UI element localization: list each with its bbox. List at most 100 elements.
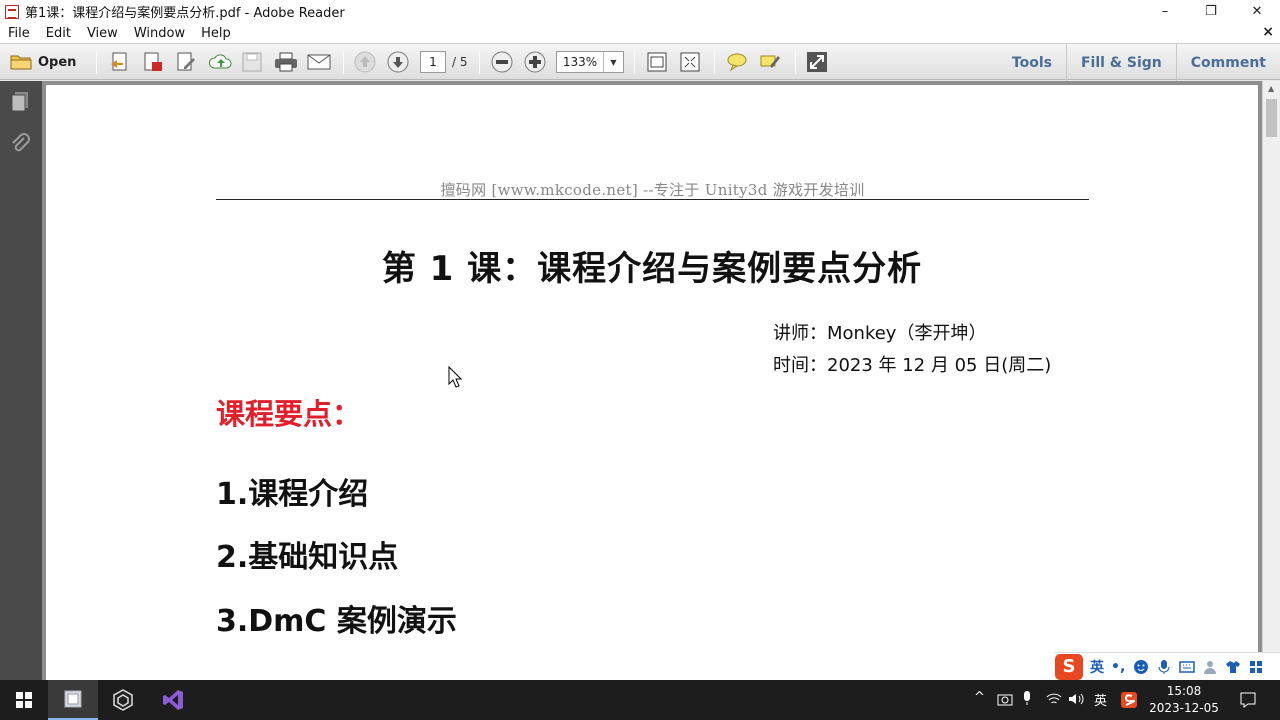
windows-logo-icon	[16, 692, 32, 708]
start-button[interactable]	[0, 680, 48, 720]
title-bar: 第1课：课程介绍与案例要点分析.pdf - Adobe Reader – ❐ ✕	[0, 0, 1280, 23]
microphone-icon[interactable]	[1157, 659, 1171, 675]
restore-button[interactable]: ❐	[1188, 0, 1234, 23]
document-viewport[interactable]: 擅码网 [www.mkcode.net] --专注于 Unity3d 游戏开发培…	[42, 81, 1262, 680]
ime-punctuation-toggle[interactable]: •,	[1111, 659, 1125, 675]
skin-shirt-icon[interactable]	[1225, 659, 1241, 675]
acrobat-icon	[5, 4, 19, 19]
scrollbar-thumb[interactable]	[1266, 99, 1277, 137]
edit-pdf-button[interactable]	[174, 50, 198, 74]
system-clock[interactable]: 15:08 2023-12-05	[1146, 683, 1222, 717]
camera-icon[interactable]	[997, 692, 1013, 706]
attachment-icon[interactable]	[10, 133, 30, 155]
right-panel-tabs: Tools Fill & Sign Comment	[998, 44, 1280, 81]
close-button[interactable]: ✕	[1234, 0, 1280, 23]
menu-help[interactable]: Help	[193, 26, 239, 41]
sogou-tray-icon[interactable]	[1120, 689, 1138, 711]
zoom-value: 133%	[562, 55, 598, 69]
section-title: 课程要点：	[216, 397, 362, 431]
taskbar-app-visual-studio[interactable]	[148, 680, 198, 720]
sticky-note-button[interactable]	[725, 50, 749, 74]
clock-date: 2023-12-05	[1149, 701, 1219, 715]
upload-button[interactable]	[208, 50, 234, 74]
list-item: 1.课程介绍	[216, 477, 369, 512]
next-page-button[interactable]	[386, 50, 410, 74]
fit-width-button[interactable]	[678, 50, 702, 74]
tab-comment[interactable]: Comment	[1175, 44, 1280, 81]
open-label: Open	[38, 54, 77, 70]
email-button[interactable]	[306, 50, 332, 74]
envelope-icon	[307, 54, 331, 70]
cloud-upload-icon	[208, 54, 232, 69]
arrow-down-icon	[387, 51, 409, 73]
page-number-input[interactable]: 1	[420, 51, 446, 73]
previous-page-button[interactable]	[353, 50, 377, 74]
read-mode-button[interactable]	[805, 50, 829, 74]
chevron-up-icon[interactable]: ^	[974, 690, 985, 705]
menu-window[interactable]: Window	[126, 26, 193, 41]
vertical-scrollbar[interactable]: ▲	[1262, 81, 1280, 680]
highlight-button[interactable]	[758, 50, 782, 74]
page-thumbnails-icon[interactable]	[10, 91, 30, 113]
header-divider	[216, 199, 1089, 200]
navigation-pane	[0, 81, 42, 680]
microphone-tray-icon[interactable]	[1022, 690, 1032, 706]
file-explorer-icon	[64, 690, 82, 708]
edit-pdf-icon	[177, 52, 195, 71]
tab-tools[interactable]: Tools	[998, 44, 1066, 81]
menu-file[interactable]: File	[0, 26, 38, 41]
window-controls: – ❐ ✕	[1142, 0, 1280, 23]
lecturer-line: 讲师：Monkey（李开坤）	[773, 323, 987, 344]
emoji-icon[interactable]	[1133, 659, 1149, 675]
notification-icon[interactable]	[1239, 691, 1257, 709]
visual-studio-icon	[163, 690, 183, 710]
export-pdf-button[interactable]	[141, 50, 165, 74]
menu-view[interactable]: View	[79, 26, 126, 41]
list-item: 2.基础知识点	[216, 540, 399, 575]
taskbar-app-unity[interactable]	[98, 680, 148, 720]
print-button[interactable]	[273, 50, 299, 74]
save-icon	[242, 52, 262, 72]
zoom-out-button[interactable]	[490, 50, 514, 74]
clock-time: 15:08	[1166, 684, 1202, 698]
ime-language-toggle[interactable]: 英	[1090, 657, 1104, 677]
printer-icon	[275, 52, 297, 72]
open-button[interactable]: Open	[10, 50, 76, 74]
menu-bar: File Edit View Window Help ×	[0, 23, 1280, 43]
save-button[interactable]	[241, 50, 263, 74]
user-icon[interactable]	[1203, 659, 1217, 675]
scroll-up-icon[interactable]: ▲	[1268, 84, 1274, 93]
page-header: 擅码网 [www.mkcode.net] --专注于 Unity3d 游戏开发培…	[440, 181, 865, 199]
zoom-in-button[interactable]	[523, 50, 547, 74]
grid-menu-icon[interactable]	[1249, 660, 1263, 674]
close-document-button[interactable]: ×	[1262, 24, 1274, 40]
fit-page-icon	[647, 52, 667, 72]
expand-icon	[680, 52, 700, 72]
speaker-icon[interactable]	[1068, 692, 1084, 706]
sogou-logo-icon[interactable]: S	[1055, 653, 1083, 680]
fit-page-button[interactable]	[645, 50, 669, 74]
comment-bubble-icon	[727, 53, 747, 72]
export-pdf-icon	[144, 52, 162, 71]
ime-toolbar: S 英 •,	[1054, 652, 1280, 680]
input-language-indicator[interactable]: 英	[1094, 690, 1107, 709]
minus-icon	[491, 51, 513, 73]
zoom-select[interactable]: 133% ▼	[556, 51, 624, 73]
list-item: 3.DmC 案例演示	[216, 604, 457, 639]
wifi-icon[interactable]	[1046, 692, 1062, 706]
window-title: 第1课：课程介绍与案例要点分析.pdf - Adobe Reader	[25, 6, 345, 21]
menu-edit[interactable]: Edit	[38, 26, 79, 41]
create-pdf-button[interactable]	[108, 50, 132, 74]
toolbar: Open 1 / 5 133% ▼ Tools Fill & Sign Comm…	[0, 43, 1280, 81]
arrow-up-icon	[354, 51, 376, 73]
chevron-down-icon[interactable]: ▼	[603, 52, 623, 72]
taskbar-app-file-explorer[interactable]	[48, 680, 98, 720]
minimize-button[interactable]: –	[1142, 0, 1188, 23]
mouse-cursor-icon	[448, 366, 462, 388]
create-pdf-icon	[111, 52, 127, 71]
pdf-page: 擅码网 [www.mkcode.net] --专注于 Unity3d 游戏开发培…	[46, 85, 1258, 680]
plus-icon	[524, 51, 546, 73]
folder-icon	[10, 55, 32, 70]
tab-fill-sign[interactable]: Fill & Sign	[1065, 44, 1176, 81]
keyboard-icon[interactable]	[1179, 660, 1196, 674]
